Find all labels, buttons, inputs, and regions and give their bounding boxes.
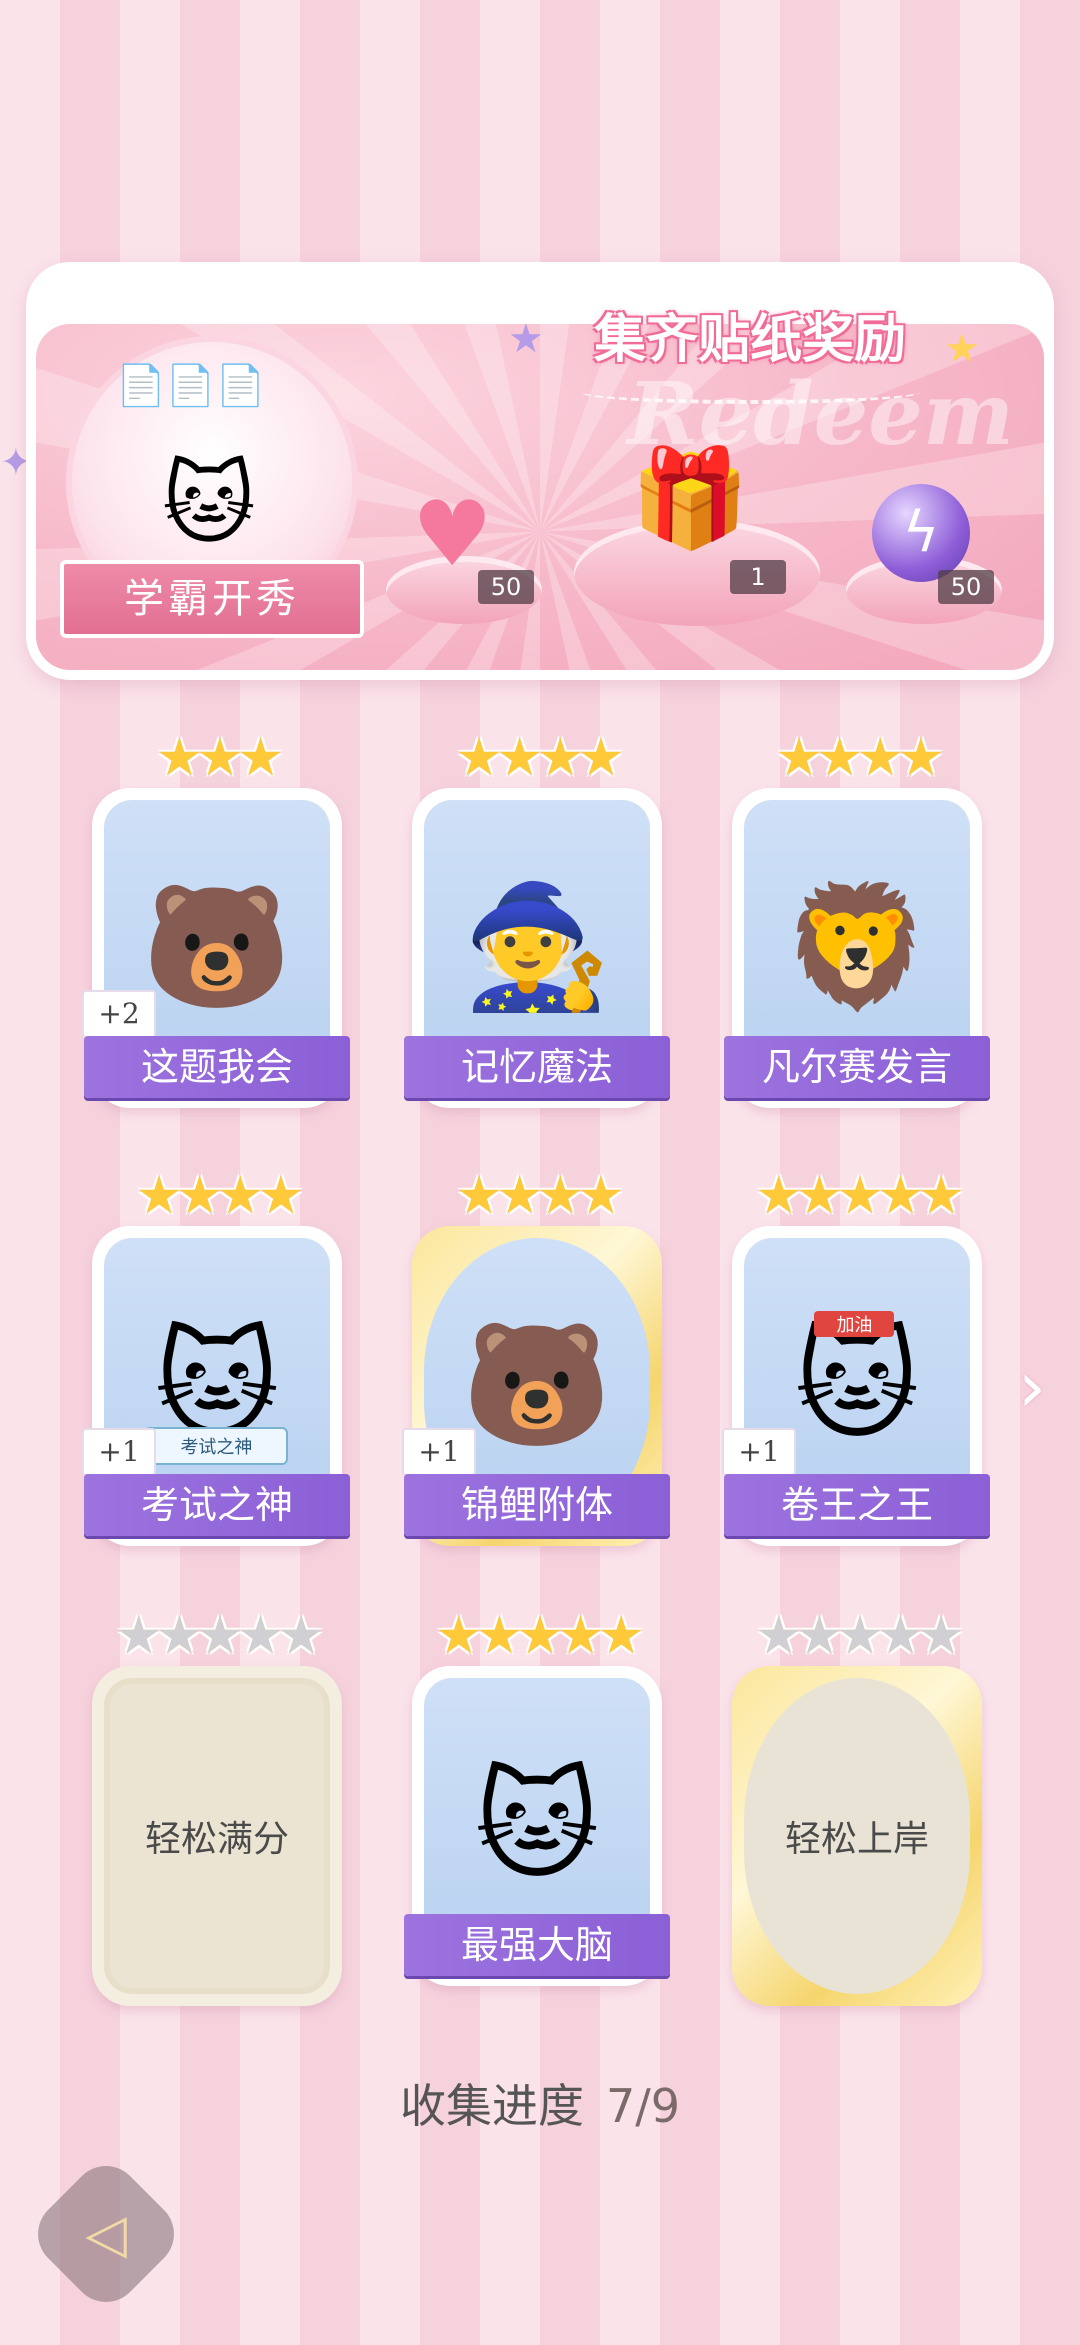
sticker-label: 锦鲤附体: [404, 1474, 670, 1536]
star-rating: ★★★★★: [755, 1606, 964, 1666]
sticker-card-locked[interactable]: ★★★★★ 轻松满分: [92, 1606, 342, 2006]
reward-count: 50: [478, 570, 534, 604]
banner-title: 集齐贴纸奖励: [593, 310, 906, 370]
sticker-card[interactable]: ★★★★★ 🐱 加油 +1 卷王之王: [722, 1166, 990, 1546]
sticker-label: 记忆魔法: [404, 1036, 670, 1098]
star-rating: ★★★★★: [755, 1166, 964, 1226]
count-badge: +1: [402, 1428, 476, 1476]
badge-label: 学霸开秀: [60, 560, 364, 638]
purple-orb-icon[interactable]: ϟ: [872, 484, 970, 582]
gift-box-icon[interactable]: 🎁: [630, 450, 750, 546]
star-rating: ★★★★★: [435, 1606, 644, 1666]
sticker-card[interactable]: ★★★ 🐻 +2 这题我会: [82, 728, 350, 1108]
sticker-card[interactable]: ★★★★ 🦁 凡尔赛发言: [724, 728, 990, 1108]
pink-heart-gem-icon[interactable]: ♥: [412, 490, 493, 580]
sticker-label: 这题我会: [84, 1036, 350, 1098]
sticker-card[interactable]: ★★★★ 🐻 +1 锦鲤附体: [402, 1166, 670, 1546]
sticker-card[interactable]: ★★★★ 🧙 记忆魔法: [404, 728, 670, 1108]
star-rating: ★★★★: [775, 728, 944, 788]
cat-with-papers-icon: 🐱: [162, 452, 256, 557]
exam-god-sign: 考试之神: [144, 1426, 289, 1465]
star-rating: ★★★★: [455, 728, 624, 788]
count-badge: +2: [82, 990, 156, 1038]
paper-icon: 📄📄📄: [116, 363, 266, 409]
sticker-label: 考试之神: [84, 1474, 350, 1536]
reward-count: 1: [730, 560, 786, 594]
star-icon: ★: [944, 326, 980, 372]
count-badge: +1: [722, 1428, 796, 1476]
star-icon: ★: [508, 316, 544, 362]
count-badge: +1: [82, 1428, 156, 1476]
sticker-card[interactable]: ★★★★★ 🐱 最强大脑: [404, 1606, 670, 1986]
sticker-card[interactable]: ★★★★ 🐱 考试之神 +1 考试之神: [82, 1166, 350, 1546]
star-rating: ★★★: [156, 728, 284, 788]
chevron-right-icon[interactable]: ›: [1018, 1352, 1068, 1422]
sticker-label: 卷王之王: [724, 1474, 990, 1536]
locked-sticker-label: 轻松满分: [104, 1678, 330, 1994]
sticker-label: 凡尔赛发言: [724, 1036, 990, 1098]
locked-sticker-label: 轻松上岸: [744, 1678, 970, 1994]
headband-text: 加油: [814, 1310, 895, 1337]
star-rating: ★★★★: [135, 1166, 304, 1226]
progress-label: 收集进度: [399, 2079, 584, 2133]
collection-progress: 收集进度 7/9: [0, 2070, 1080, 2136]
back-arrow-icon: ◁: [85, 2202, 127, 2265]
progress-value: 7/9: [605, 2079, 681, 2133]
sticker-label: 最强大脑: [404, 1914, 670, 1976]
star-rating: ★★★★: [455, 1166, 624, 1226]
star-rating: ★★★★★: [115, 1606, 324, 1666]
sticker-card-locked[interactable]: ★★★★★ 轻松上岸: [732, 1606, 982, 2006]
reward-count: 50: [938, 570, 994, 604]
